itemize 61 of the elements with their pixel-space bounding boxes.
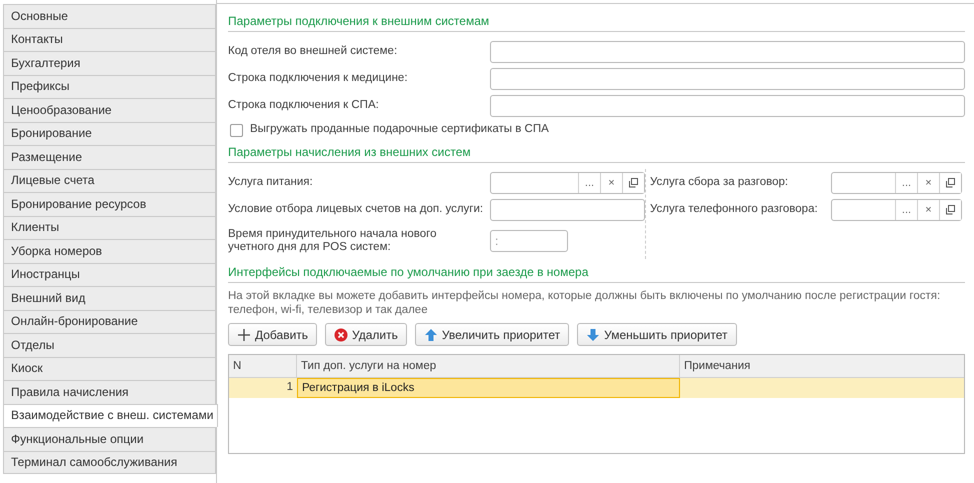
field-label: Строка подключения к СПА:	[228, 98, 380, 113]
sidebar-tab[interactable]: Отделы	[3, 333, 216, 356]
hint-text: На этой вкладке вы можете добавить интерфейсы номера, которые должны быть включены по умолчанию после регистрации гостя: телефон, wi-fi, телевизор и так далее	[228, 289, 942, 317]
open-button[interactable]	[939, 172, 961, 192]
sidebar-tab[interactable]: Контакты	[3, 28, 216, 51]
sidebar-tab[interactable]: Терминал самообслуживания	[3, 450, 216, 474]
column-header[interactable]: Тип доп. услуги на номер	[297, 355, 680, 377]
sidebar-tab[interactable]: Онлайн-бронирование	[3, 310, 216, 333]
input-field[interactable]	[490, 68, 965, 90]
checkbox-label: Выгружать проданные подарочные сертификаты в СПА	[250, 122, 549, 138]
sidebar-tab[interactable]: Основные	[3, 4, 216, 28]
arrow-down-icon	[586, 328, 600, 342]
sidebar-tab[interactable]: Взаимодействие с внеш. системами	[3, 404, 218, 427]
row-number: 1	[286, 380, 294, 395]
open-icon	[628, 177, 639, 188]
input-field[interactable]	[490, 94, 965, 116]
sidebar-tab[interactable]: Бухгалтерия	[3, 51, 216, 74]
sidebar-tab[interactable]: Лицевые счета	[3, 168, 216, 192]
select-field[interactable]: ... ×	[831, 172, 962, 194]
input-field[interactable]	[490, 40, 965, 62]
section-heading: Интерфейсы подключаемые по умолчанию при заезде в номера	[228, 263, 965, 283]
toolbar-button[interactable]: Удалить	[325, 323, 407, 346]
sidebar-tab[interactable]: Бронирование ресурсов	[3, 192, 216, 216]
column-header[interactable]: N	[229, 355, 297, 377]
table-row[interactable]: 1 Регистрация в iLocks	[229, 378, 964, 398]
field-label: Строка подключения к медицине:	[228, 70, 409, 86]
section-heading: Параметры подключения к внешним системам	[228, 12, 965, 32]
sidebar-tab[interactable]: Киоск	[3, 356, 216, 380]
sidebar-tab[interactable]: Ценообразование	[3, 98, 216, 122]
field-label: Услуга телефонного разговора:	[650, 202, 819, 217]
section-heading: Параметры начисления из внешних систем	[228, 143, 965, 163]
sidebar-tab[interactable]: Клиенты	[3, 216, 216, 239]
field-label: Услуга питания:	[228, 174, 314, 190]
sidebar-tab[interactable]: Правила начисления	[3, 380, 216, 404]
open-icon	[945, 204, 956, 216]
select-field[interactable]: ... ×	[831, 198, 962, 220]
delete-icon	[334, 328, 348, 342]
toolbar-button[interactable]: Добавить	[228, 323, 318, 346]
sidebar-tab[interactable]: Бронирование	[3, 122, 216, 145]
field-label: Время принудительного начала нового учетного дня для POS систем:	[228, 228, 438, 254]
field-label: Код отеля во внешней системе:	[228, 44, 398, 59]
sidebar-tab[interactable]: Префиксы	[3, 74, 216, 98]
sidebar-tab[interactable]: Размещение	[3, 145, 216, 168]
field-label: Условие отбора лицевых счетов на доп. услуги:	[228, 202, 484, 217]
checkbox[interactable]	[230, 124, 243, 136]
column-header[interactable]: Примечания	[680, 355, 964, 377]
toolbar-button[interactable]: Уменьшить приоритет	[577, 323, 736, 346]
select-field[interactable]: ... ×	[490, 172, 645, 194]
open-button[interactable]	[939, 200, 961, 220]
sidebar-tab[interactable]: Уборка номеров	[3, 239, 216, 262]
sidebar-tab[interactable]: Внешний вид	[3, 286, 216, 310]
field-label: Услуга сбора за разговор:	[650, 174, 790, 190]
table-cell: Регистрация в iLocks	[297, 378, 680, 398]
input-field[interactable]	[490, 198, 645, 220]
toolbar-button[interactable]: Увеличить приоритет	[414, 323, 570, 346]
sidebar-tab[interactable]: Иностранцы	[3, 262, 216, 286]
open-button[interactable]	[622, 172, 644, 192]
plus-icon	[237, 328, 251, 342]
sidebar-tab[interactable]: Функциональные опции	[3, 427, 216, 450]
open-icon	[945, 177, 956, 188]
arrow-up-icon	[424, 328, 438, 342]
